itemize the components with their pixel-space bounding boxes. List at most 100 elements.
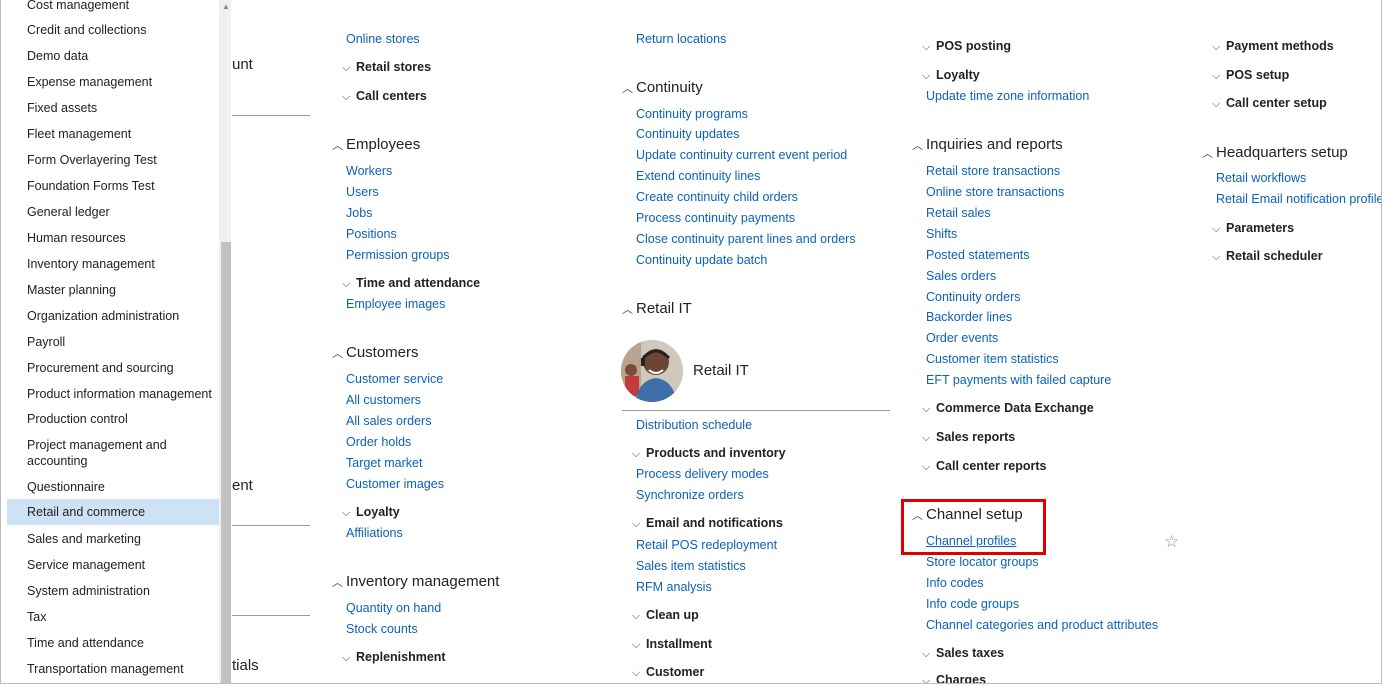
- sidebar-item-sales-and-marketing[interactable]: Sales and marketing: [7, 531, 219, 547]
- group-retail-scheduler[interactable]: ⌵ Retail scheduler: [1212, 249, 1323, 264]
- sidebar-item-fleet-management[interactable]: Fleet management: [7, 126, 219, 142]
- link-retail-email-notification-profile[interactable]: Retail Email notification profile: [1216, 192, 1381, 206]
- sidebar-item-inventory-management[interactable]: Inventory management: [7, 256, 219, 272]
- link-update-continuity-current-event-period[interactable]: Update continuity current event period: [636, 148, 847, 162]
- link-positions[interactable]: Positions: [346, 227, 397, 241]
- sidebar-item-payroll[interactable]: Payroll: [7, 334, 219, 350]
- link-online-store-transactions[interactable]: Online store transactions: [926, 185, 1064, 199]
- sidebar-item-cost-management[interactable]: Cost management: [7, 0, 219, 13]
- group-parameters[interactable]: ⌵ Parameters: [1212, 221, 1294, 236]
- link-info-codes[interactable]: Info codes: [926, 576, 984, 590]
- link-eft-payments-failed-capture[interactable]: EFT payments with failed capture: [926, 373, 1111, 387]
- group-sales-taxes[interactable]: ⌵ Sales taxes: [922, 646, 1004, 661]
- link-info-code-groups[interactable]: Info code groups: [926, 597, 1019, 611]
- sidebar-item-service-management[interactable]: Service management: [7, 557, 219, 573]
- link-continuity-update-batch[interactable]: Continuity update batch: [636, 253, 767, 267]
- link-sales-orders[interactable]: Sales orders: [926, 269, 996, 283]
- link-order-holds[interactable]: Order holds: [346, 435, 411, 449]
- section-customers[interactable]: ︿ Customers: [332, 344, 419, 361]
- section-retail-it[interactable]: ︿ Retail IT: [622, 300, 692, 317]
- group-sales-reports[interactable]: ⌵ Sales reports: [922, 430, 1015, 445]
- sidebar-item-retail-and-commerce[interactable]: Retail and commerce: [7, 499, 219, 525]
- link-extend-continuity-lines[interactable]: Extend continuity lines: [636, 169, 760, 183]
- group-call-center-reports[interactable]: ⌵ Call center reports: [922, 459, 1046, 474]
- link-users[interactable]: Users: [346, 185, 379, 199]
- link-jobs[interactable]: Jobs: [346, 206, 372, 220]
- sidebar-item-time-and-attendance[interactable]: Time and attendance: [7, 635, 219, 651]
- link-continuity-orders[interactable]: Continuity orders: [926, 290, 1021, 304]
- sidebar-item-master-planning[interactable]: Master planning: [7, 282, 219, 298]
- sidebar-item-form-overlayering-test[interactable]: Form Overlayering Test: [7, 152, 219, 168]
- link-retail-workflows[interactable]: Retail workflows: [1216, 171, 1306, 185]
- link-shifts[interactable]: Shifts: [926, 227, 957, 241]
- link-synchronize-orders[interactable]: Synchronize orders: [636, 488, 744, 502]
- link-sales-item-statistics[interactable]: Sales item statistics: [636, 559, 746, 573]
- sidebar-item-product-information-management[interactable]: Product information management: [7, 386, 219, 402]
- link-return-locations[interactable]: Return locations: [636, 32, 726, 46]
- sidebar-item-human-resources[interactable]: Human resources: [7, 230, 219, 246]
- group-replenishment[interactable]: ⌵ Replenishment: [342, 650, 446, 665]
- group-clean-up[interactable]: ⌵ Clean up: [632, 608, 699, 623]
- sidebar-item-questionnaire[interactable]: Questionnaire: [7, 479, 219, 495]
- link-process-continuity-payments[interactable]: Process continuity payments: [636, 211, 795, 225]
- link-online-stores[interactable]: Online stores: [346, 32, 420, 46]
- sidebar-item-general-ledger[interactable]: General ledger: [7, 204, 219, 220]
- link-update-time-zone-information[interactable]: Update time zone information: [926, 89, 1089, 103]
- sidebar-item-expense-management[interactable]: Expense management: [7, 74, 219, 90]
- link-store-locator-groups[interactable]: Store locator groups: [926, 555, 1039, 569]
- section-continuity[interactable]: ︿ Continuity: [622, 79, 703, 96]
- group-email-and-notifications[interactable]: ⌵ Email and notifications: [632, 516, 783, 531]
- group-time-and-attendance[interactable]: ⌵ Time and attendance: [342, 276, 480, 291]
- group-call-center-setup[interactable]: ⌵ Call center setup: [1212, 96, 1327, 111]
- link-continuity-programs[interactable]: Continuity programs: [636, 107, 748, 121]
- section-inventory-management[interactable]: ︿ Inventory management: [332, 573, 499, 590]
- workspace-tile-fragment[interactable]: unt: [232, 56, 253, 73]
- link-rfm-analysis[interactable]: RFM analysis: [636, 580, 712, 594]
- group-commerce-data-exchange[interactable]: ⌵ Commerce Data Exchange: [922, 401, 1094, 416]
- group-pos-posting[interactable]: ⌵ POS posting: [922, 39, 1011, 54]
- link-channel-categories-product-attributes[interactable]: Channel categories and product attribute…: [926, 618, 1158, 632]
- sidebar-item-demo-data[interactable]: Demo data: [7, 48, 219, 64]
- section-headquarters-setup[interactable]: ︿ Headquarters setup: [1202, 144, 1348, 161]
- sidebar-item-credit-and-collections[interactable]: Credit and collections: [7, 22, 219, 38]
- scroll-up-arrow-icon[interactable]: ▲: [221, 2, 231, 12]
- workspace-tile-fragment[interactable]: ent: [232, 477, 253, 494]
- link-retail-pos-redeployment[interactable]: Retail POS redeployment: [636, 538, 777, 552]
- sidebar-item-transportation-management[interactable]: Transportation management: [7, 661, 219, 677]
- group-payment-methods[interactable]: ⌵ Payment methods: [1212, 39, 1334, 54]
- link-target-market[interactable]: Target market: [346, 456, 422, 470]
- group-charges[interactable]: ⌵ Charges: [922, 673, 986, 683]
- sidebar-item-fixed-assets[interactable]: Fixed assets: [7, 100, 219, 116]
- link-employee-images[interactable]: Employee images: [346, 297, 445, 311]
- link-create-continuity-child-orders[interactable]: Create continuity child orders: [636, 190, 798, 204]
- sidebar-item-production-control[interactable]: Production control: [7, 411, 219, 427]
- link-workers[interactable]: Workers: [346, 164, 392, 178]
- workspace-tile-fragment[interactable]: tials: [232, 657, 259, 674]
- star-icon[interactable]: ☆: [1164, 532, 1179, 552]
- link-customer-item-statistics[interactable]: Customer item statistics: [926, 352, 1059, 366]
- link-customer-images[interactable]: Customer images: [346, 477, 444, 491]
- link-retail-store-transactions[interactable]: Retail store transactions: [926, 164, 1060, 178]
- link-order-events[interactable]: Order events: [926, 331, 998, 345]
- sidebar-item-procurement-and-sourcing[interactable]: Procurement and sourcing: [7, 360, 219, 376]
- section-channel-setup[interactable]: ︿ Channel setup: [912, 506, 1023, 523]
- group-pos-setup[interactable]: ⌵ POS setup: [1212, 68, 1289, 83]
- section-employees[interactable]: ︿ Employees: [332, 136, 420, 153]
- sidebar-item-tax[interactable]: Tax: [7, 609, 219, 625]
- group-loyalty[interactable]: ⌵ Loyalty: [342, 505, 400, 520]
- link-retail-sales[interactable]: Retail sales: [926, 206, 991, 220]
- link-quantity-on-hand[interactable]: Quantity on hand: [346, 601, 441, 615]
- sidebar-item-project-management[interactable]: Project management and: [7, 437, 219, 453]
- link-distribution-schedule[interactable]: Distribution schedule: [636, 418, 752, 432]
- sidebar-scrollbar-thumb[interactable]: [221, 242, 231, 683]
- link-close-continuity-parent-lines[interactable]: Close continuity parent lines and orders: [636, 232, 856, 246]
- group-call-centers[interactable]: ⌵ Call centers: [342, 89, 427, 104]
- link-posted-statements[interactable]: Posted statements: [926, 248, 1030, 262]
- link-process-delivery-modes[interactable]: Process delivery modes: [636, 467, 769, 481]
- link-all-sales-orders[interactable]: All sales orders: [346, 414, 431, 428]
- group-products-and-inventory[interactable]: ⌵ Products and inventory: [632, 446, 786, 461]
- link-affiliations[interactable]: Affiliations: [346, 526, 403, 540]
- section-inquiries-and-reports[interactable]: ︿ Inquiries and reports: [912, 136, 1063, 153]
- link-all-customers[interactable]: All customers: [346, 393, 421, 407]
- sidebar-item-project-management-line2[interactable]: accounting: [7, 453, 219, 469]
